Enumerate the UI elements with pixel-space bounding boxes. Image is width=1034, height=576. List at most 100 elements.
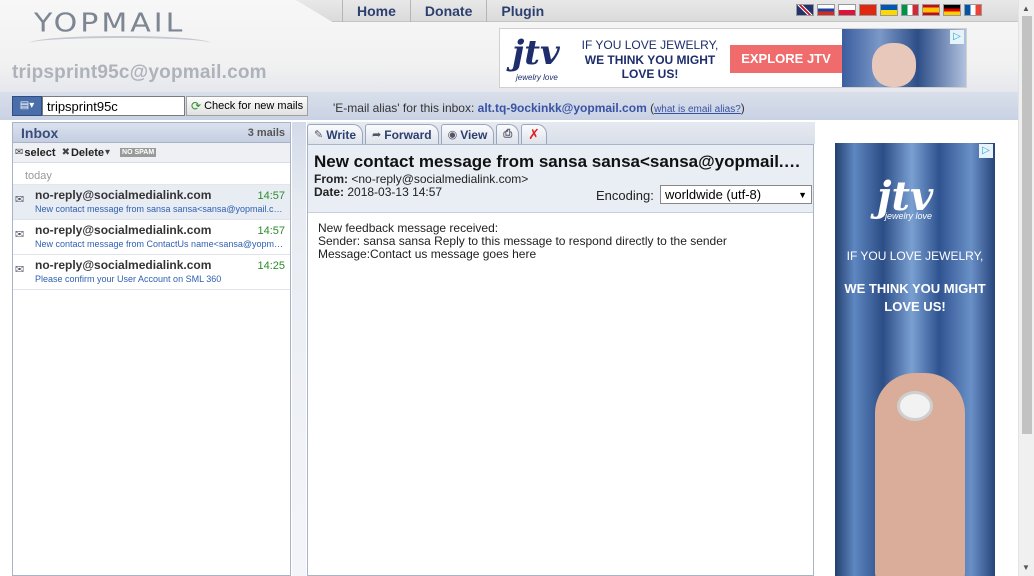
what-is-alias-link[interactable]: what is email alias? bbox=[654, 104, 741, 115]
flag-de-icon[interactable] bbox=[943, 4, 961, 16]
ad-line-2: WE THINK YOU MIGHT LOVE US! bbox=[584, 53, 716, 81]
ad-brand-sub: jewelry love bbox=[516, 73, 558, 82]
encoding-value: worldwide (utf-8) bbox=[665, 187, 762, 202]
top-banner-ad[interactable]: jtv jewelry love IF YOU LOVE JEWELRY, WE… bbox=[499, 28, 967, 88]
flag-ru-icon[interactable] bbox=[817, 4, 835, 16]
delete-message-button[interactable]: ✗ bbox=[521, 124, 547, 144]
envelope-icon: ✉ bbox=[15, 147, 24, 158]
mail-time: 14:57 bbox=[257, 190, 285, 202]
inbox-header: Inbox 3 mails bbox=[13, 123, 290, 143]
message-header: New contact message from sansa sansa<san… bbox=[308, 145, 813, 213]
top-nav: Home Donate Plugin bbox=[342, 0, 558, 22]
delete-label: Delete bbox=[70, 146, 105, 159]
delete-button[interactable]: ✖ Delete ▾ bbox=[62, 147, 110, 159]
nav-plugin-link[interactable]: Plugin bbox=[486, 0, 558, 22]
write-button[interactable]: ✎ Write bbox=[307, 124, 364, 144]
inbox-toolbar: ✉ select ✖ Delete ▾ NO SPAM bbox=[13, 143, 290, 163]
flag-pl-icon[interactable] bbox=[838, 4, 856, 16]
yopmail-logo[interactable]: YOPMAIL bbox=[34, 9, 185, 39]
no-spam-badge[interactable]: NO SPAM bbox=[120, 148, 157, 157]
envelope-icon: ✉ bbox=[15, 229, 25, 241]
message-date: Date: 2018-03-13 14:57 bbox=[314, 185, 442, 199]
inbox-panel: Inbox 3 mails ✉ select ✖ Delete ▾ NO SPA… bbox=[12, 122, 291, 576]
ad-explore-button[interactable]: EXPLORE JTV bbox=[730, 45, 842, 73]
mail-sender: no-reply@socialmedialink.com bbox=[35, 258, 212, 272]
flag-en-icon[interactable] bbox=[796, 4, 814, 16]
eye-icon: ◉ bbox=[447, 129, 458, 141]
mail-subject: New contact message from ContactUs name<… bbox=[35, 239, 283, 249]
scroll-down-icon[interactable]: ▼ bbox=[1022, 563, 1030, 572]
message-toolbar: ✎ Write ➦ Forward ◉ View ⎙ ✗ bbox=[307, 122, 815, 144]
message-panel: New contact message from sansa sansa<san… bbox=[307, 144, 814, 576]
flag-ua-icon[interactable] bbox=[880, 4, 898, 16]
scroll-up-icon[interactable]: ▲ bbox=[1022, 4, 1030, 13]
adchoices-icon[interactable]: ▷ bbox=[979, 144, 993, 158]
side-skyscraper-ad[interactable]: jtv jewelry love IF YOU LOVE JEWELRY, WE… bbox=[835, 143, 995, 576]
encoding-select[interactable]: worldwide (utf-8) ▼ bbox=[660, 185, 812, 204]
ad-ring-image bbox=[897, 391, 933, 421]
mail-list-item[interactable]: ✉ no-reply@socialmedialink.com 14:57 New… bbox=[13, 185, 290, 220]
delete-x-icon: ✖ bbox=[61, 147, 70, 158]
inbox-count: 3 mails bbox=[247, 126, 285, 139]
printer-icon: ⎙ bbox=[503, 128, 513, 140]
flag-it-icon[interactable] bbox=[901, 4, 919, 16]
nav-donate-link[interactable]: Donate bbox=[409, 0, 486, 22]
ad-line-1: IF YOU LOVE JEWELRY, bbox=[846, 249, 984, 263]
write-label: Write bbox=[326, 127, 357, 142]
select-button[interactable]: ✉ select bbox=[15, 147, 56, 159]
forward-icon: ➦ bbox=[372, 129, 382, 141]
from-value: <no-reply@socialmedialink.com> bbox=[351, 172, 529, 186]
alias-address[interactable]: alt.tq-9ockinkk@yopmail.com bbox=[478, 101, 647, 115]
alias-prefix: 'E-mail alias' for this inbox: bbox=[333, 101, 475, 115]
flag-cn-icon[interactable] bbox=[859, 4, 877, 16]
refresh-icon: ⟳ bbox=[191, 99, 202, 113]
message-body: New feedback message received: Sender: s… bbox=[308, 213, 813, 270]
flag-fr-icon[interactable] bbox=[964, 4, 982, 16]
from-label: From: bbox=[314, 172, 348, 186]
view-label: View bbox=[460, 127, 488, 142]
ad-line-2: WE THINK YOU MIGHT LOVE US! bbox=[844, 281, 986, 314]
encoding-label: Encoding: bbox=[596, 188, 654, 203]
print-button[interactable]: ⎙ bbox=[496, 124, 520, 144]
mail-sender: no-reply@socialmedialink.com bbox=[35, 188, 212, 202]
envelope-icon: ✉ bbox=[15, 194, 25, 206]
flag-es-icon[interactable] bbox=[922, 4, 940, 16]
mail-subject: New contact message from sansa sansa<san… bbox=[35, 204, 283, 214]
login-row: ▤▾ ⟳ Check for new mails bbox=[12, 96, 309, 116]
message-from: From: <no-reply@socialmedialink.com> bbox=[314, 172, 528, 186]
date-label: Date: bbox=[314, 185, 345, 199]
close-icon: ✗ bbox=[528, 126, 540, 142]
ad-hand-image bbox=[872, 43, 916, 87]
date-group-label: today bbox=[13, 163, 290, 185]
forward-label: Forward bbox=[384, 127, 432, 142]
mailbox-email-title: tripsprint95c@yopmail.com bbox=[12, 62, 267, 83]
ad-brand-sub: jewelry love bbox=[885, 211, 933, 221]
logo-arc bbox=[30, 36, 210, 50]
mail-time: 14:57 bbox=[257, 225, 285, 237]
alias-info: 'E-mail alias' for this inbox: alt.tq-9o… bbox=[333, 101, 745, 115]
ad-brand-logo: jtv bbox=[512, 33, 560, 73]
view-button[interactable]: ◉ View bbox=[440, 124, 495, 144]
write-icon: ✎ bbox=[314, 129, 324, 141]
forward-button[interactable]: ➦ Forward bbox=[365, 124, 439, 144]
page-scrollbar[interactable]: ▲ ▼ bbox=[1018, 0, 1034, 576]
check-new-mails-button[interactable]: ⟳ Check for new mails bbox=[186, 96, 309, 116]
chevron-down-icon: ▼ bbox=[798, 189, 807, 200]
chevron-down-icon: ▾ bbox=[105, 147, 111, 158]
panel-gutter bbox=[292, 122, 306, 576]
mailbox-input[interactable] bbox=[42, 96, 185, 116]
select-label: select bbox=[24, 146, 56, 159]
ad-line-1: IF YOU LOVE JEWELRY, bbox=[581, 38, 719, 52]
inbox-book-icon[interactable]: ▤▾ bbox=[12, 96, 42, 116]
inbox-title: Inbox bbox=[21, 124, 59, 141]
envelope-icon: ✉ bbox=[15, 264, 25, 276]
scroll-thumb[interactable] bbox=[1022, 16, 1032, 434]
mail-list-item[interactable]: ✉ no-reply@socialmedialink.com 14:57 New… bbox=[13, 220, 290, 255]
body-line: Message:Contact us message goes here bbox=[318, 247, 537, 261]
mail-list-item[interactable]: ✉ no-reply@socialmedialink.com 14:25 Ple… bbox=[13, 255, 290, 290]
adchoices-icon[interactable]: ▷ bbox=[950, 30, 964, 44]
date-value: 2018-03-13 14:57 bbox=[347, 185, 443, 199]
mail-sender: no-reply@socialmedialink.com bbox=[35, 223, 212, 237]
nav-home-link[interactable]: Home bbox=[342, 0, 410, 22]
message-subject: New contact message from sansa sansa<san… bbox=[314, 152, 806, 171]
